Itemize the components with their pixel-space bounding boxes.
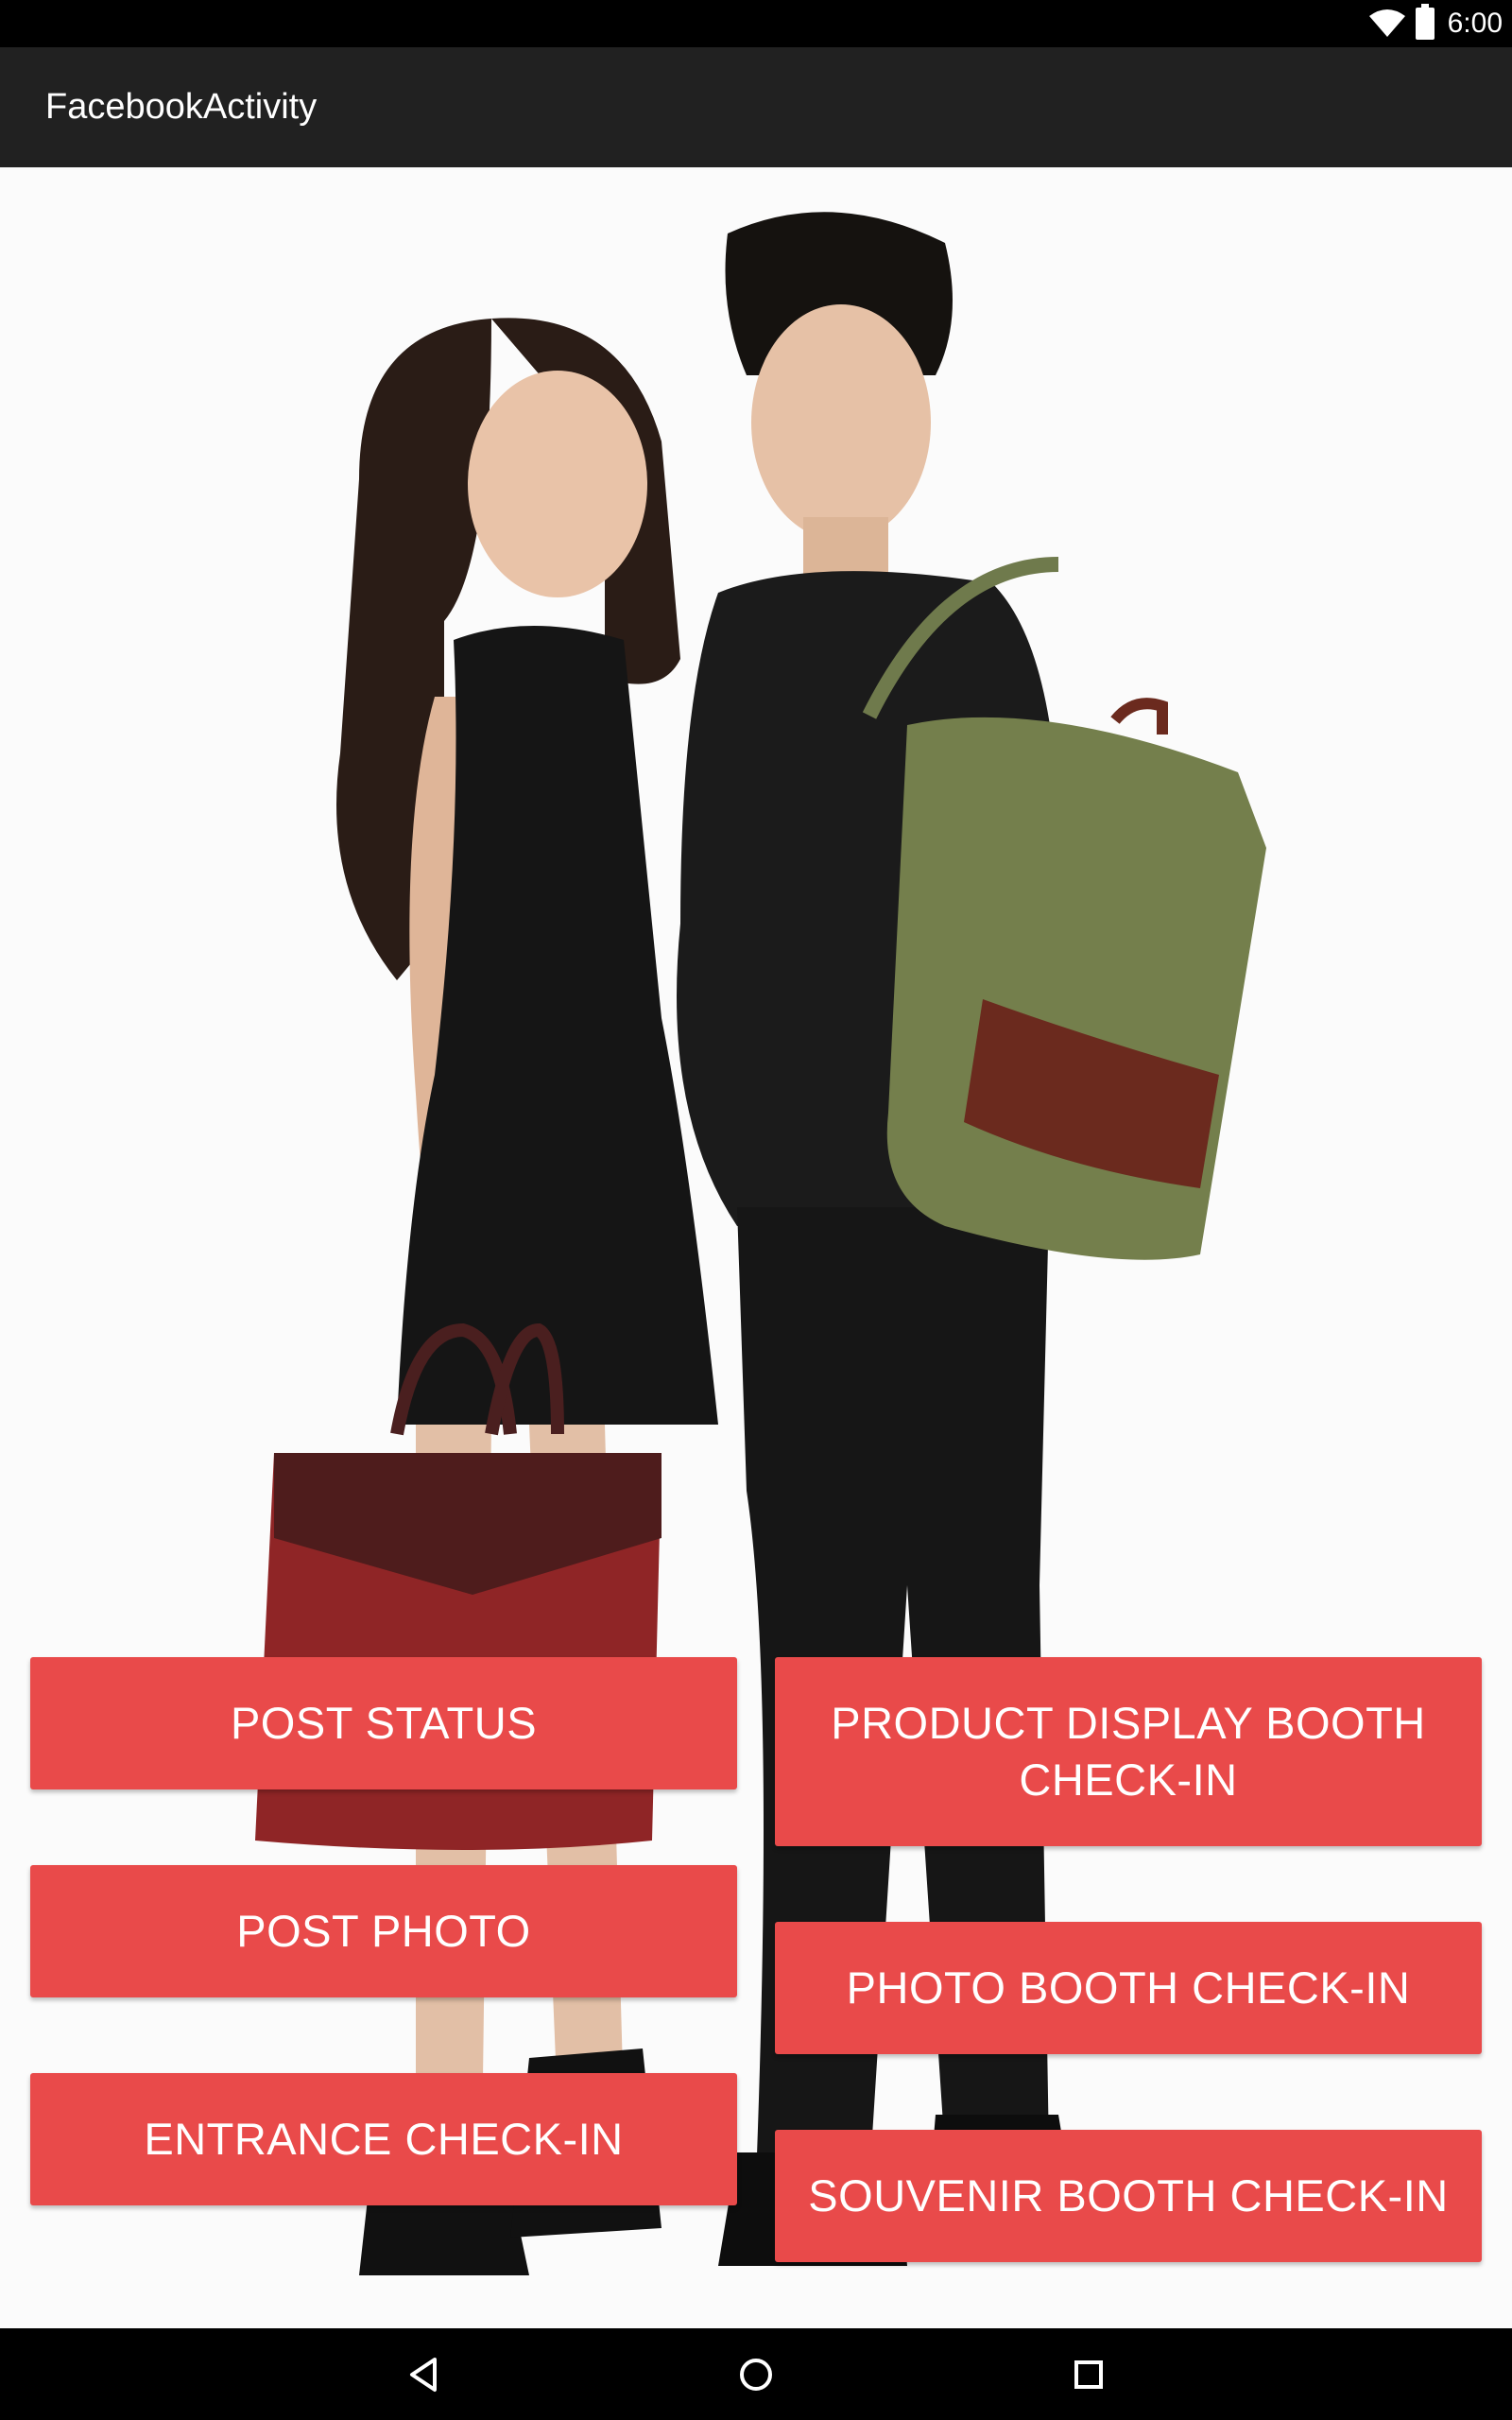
photo-booth-check-in-button[interactable]: PHOTO BOOTH CHECK-IN [775,1922,1482,2054]
status-bar: 6:00 [0,0,1512,47]
status-icons: 6:00 [1368,0,1503,47]
souvenir-booth-check-in-button[interactable]: SOUVENIR BOOTH CHECK-IN [775,2130,1482,2262]
wifi-icon [1368,9,1405,37]
recents-icon [1074,2360,1103,2389]
back-icon [410,2357,437,2392]
product-display-booth-check-in-button[interactable]: PRODUCT DISPLAY BOOTH CHECK-IN [775,1657,1482,1846]
content-area: POST STATUS POST PHOTO ENTRANCE CHECK-IN… [0,167,1512,2328]
back-button[interactable] [367,2328,480,2420]
app-title: FacebookActivity [45,87,318,127]
navigation-bar [0,2328,1512,2420]
battery-icon [1415,4,1435,40]
entrance-check-in-button[interactable]: ENTRANCE CHECK-IN [30,2073,737,2205]
post-status-button[interactable]: POST STATUS [30,1657,737,1789]
clock: 6:00 [1447,8,1503,39]
post-photo-button[interactable]: POST PHOTO [30,1865,737,1997]
action-bar: FacebookActivity [0,47,1512,167]
recents-button[interactable] [1032,2328,1145,2420]
home-button[interactable] [699,2328,813,2420]
home-icon [740,2358,772,2391]
